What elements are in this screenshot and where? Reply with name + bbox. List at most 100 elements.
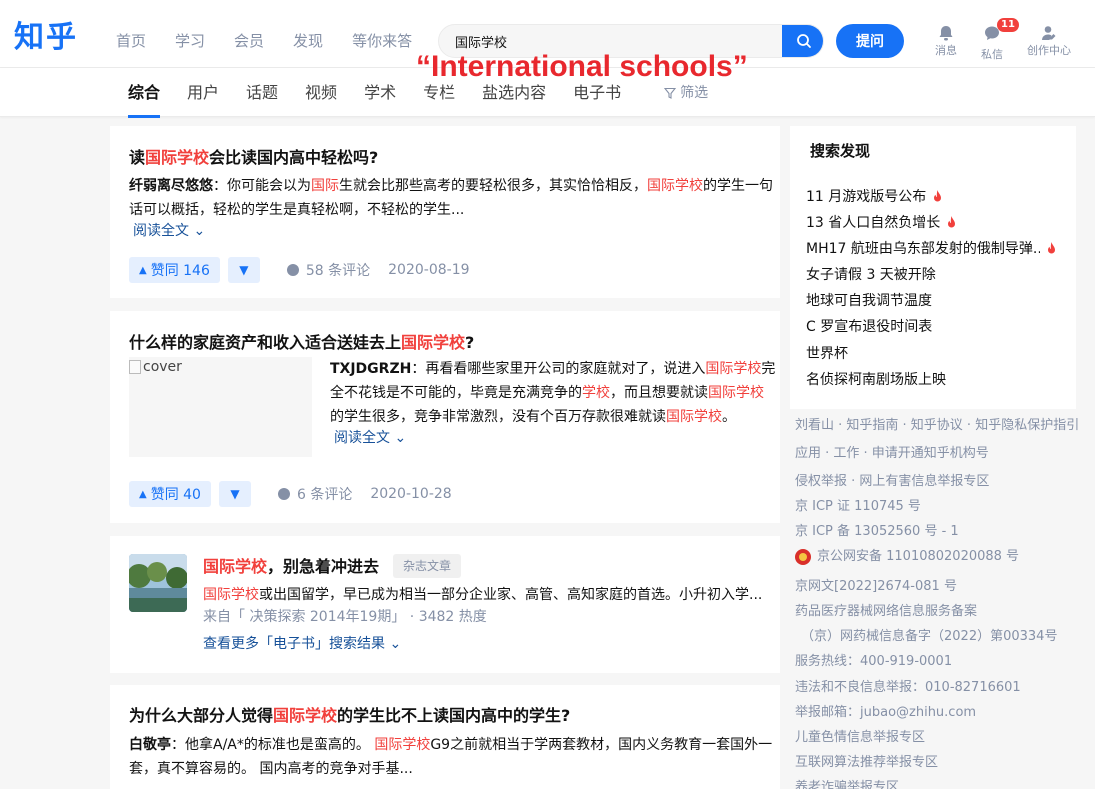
excerpt-highlight: 国际学校	[705, 361, 762, 377]
comment-count: 58 条评论	[305, 263, 371, 279]
footer-link[interactable]: 养老诈骗举报专区	[795, 778, 899, 789]
footer-link[interactable]: 儿童色情信息举报专区	[795, 728, 925, 748]
footer-link[interactable]: 互联网算法推荐举报专区	[795, 753, 938, 773]
read-more-link[interactable]: 阅读全文 ⌄	[133, 220, 205, 242]
hot-search-item[interactable]: 女子请假 3 天被开除	[806, 265, 936, 285]
excerpt-text: ：他拿A/A*的标准也是蛮高的。	[171, 737, 375, 753]
excerpt-text: 或出国留学，早已成为相当一部分企业家、高管、高知家庭的首选。小升初入学...	[259, 587, 763, 603]
chevron-down-icon: ⌄	[394, 430, 407, 446]
unread-badge: 11	[997, 18, 1019, 32]
excerpt-highlight: 国际学校	[374, 737, 431, 753]
result-excerpt[interactable]: 纤弱离尽悠悠：你可能会以为国际生就会比那些高考的要轻松很多，其实恰恰相反，国际学…	[129, 174, 773, 198]
author-name: 纤弱离尽悠悠	[129, 178, 213, 194]
footer-link[interactable]: 京公网安备 11010802020088 号	[795, 547, 1019, 567]
title-text: 为什么大部分人觉得	[129, 706, 274, 725]
ebook-result-card: 国际学校，别急着冲进去 杂志文章 国际学校或出国留学，早已成为相当一部分企业家、高…	[110, 536, 780, 673]
title-text: 读	[129, 148, 146, 167]
comment-icon	[286, 264, 299, 276]
hot-search-text: 13 省人口自然负增长	[806, 215, 941, 231]
footer-link[interactable]: 侵权举报 · 网上有害信息举报专区	[795, 472, 989, 492]
result-excerpt-line[interactable]: 话可以概括，轻松的学生是真轻松啊，不轻松的学生...	[129, 198, 464, 222]
comments-button[interactable]: 58 条评论	[286, 260, 370, 280]
footer-link[interactable]: 京 ICP 证 110745 号	[795, 497, 921, 517]
footer-link[interactable]: 刘看山 · 知乎指南 · 知乎协议 · 知乎隐私保护指引	[795, 416, 1079, 436]
tab-academic[interactable]: 学术	[364, 82, 396, 104]
more-ebook-results-link[interactable]: 查看更多「电子书」搜索结果 ⌄	[203, 633, 401, 655]
creator-icon	[1042, 26, 1056, 40]
creator-center-button[interactable]: 创作中心	[1027, 24, 1071, 58]
downvote-button[interactable]: ▼	[218, 481, 251, 507]
hot-search-item[interactable]: MH17 航班由乌东部发射的俄制导弹...	[806, 239, 1057, 259]
footer-link-text: 京公网安备 11010802020088 号	[817, 549, 1020, 564]
tab-general[interactable]: 综合	[128, 82, 161, 118]
upvote-button[interactable]: ▲ 赞同 146	[129, 257, 220, 283]
nav-waiting[interactable]: 等你来答	[352, 30, 412, 52]
excerpt-highlight: 国际学校	[708, 385, 764, 401]
cover-image[interactable]: cover	[129, 357, 312, 457]
broken-image-alt: cover	[129, 359, 182, 375]
hot-search-item[interactable]: C 罗宣布退役时间表	[806, 317, 932, 337]
search-button[interactable]	[782, 25, 823, 57]
footer-link[interactable]: 违法和不良信息举报：010-82716601	[795, 678, 1021, 698]
nav-vip[interactable]: 会员	[234, 30, 264, 52]
excerpt-text: 的学生一句	[703, 178, 773, 194]
tab-users[interactable]: 用户	[187, 82, 219, 104]
nav-learn[interactable]: 学习	[175, 30, 205, 52]
nav-discover[interactable]: 发现	[293, 30, 323, 52]
hot-search-text: 11 月游戏版号公布	[806, 189, 927, 205]
panel-title: 搜索发现	[810, 142, 871, 160]
read-more-link[interactable]: 阅读全文 ⌄	[334, 427, 406, 449]
footer-link[interactable]: 京网文[2022]2674-081 号	[795, 577, 957, 597]
private-message-label: 私信	[981, 48, 1003, 61]
result-title[interactable]: 什么样的家庭资产和收入适合送娃去上国际学校?	[129, 331, 474, 355]
footer-link[interactable]: 应用 · 工作 · 申请开通知乎机构号	[795, 444, 989, 464]
downvote-button[interactable]: ▼	[227, 257, 260, 283]
footer-link[interactable]: 举报邮箱：jubao@zhihu.com	[795, 703, 976, 723]
excerpt-text: 的学生很多，竞争非常激烈，没有个百万存款很难就读	[330, 409, 666, 425]
private-message-button[interactable]: 11 私信	[981, 18, 1019, 62]
hot-search-item[interactable]: 世界杯	[806, 344, 848, 364]
result-excerpt-line[interactable]: 全不花钱是不可能的，毕竟是充满竞争的学校，而且想要就读国际学校	[330, 381, 764, 405]
comments-button[interactable]: 6 条评论	[277, 484, 352, 504]
fire-icon	[1048, 242, 1055, 254]
footer-link[interactable]: （京）网药械信息备字（2022）第00334号	[801, 627, 1057, 647]
chevron-down-icon: ⌄	[193, 223, 206, 239]
result-excerpt[interactable]: TXJDGRZH：再看看哪些家里开公司的家庭就对了，说进入国际学校完	[330, 357, 775, 381]
author-name: TXJDGRZH	[330, 361, 412, 377]
result-excerpt-line[interactable]: 套，真不算容易的。 国内高考的竞争对手基...	[129, 757, 413, 781]
hot-search-item[interactable]: 地球可自我调节温度	[806, 291, 932, 311]
messages-button[interactable]: 消息	[935, 24, 957, 58]
ask-button[interactable]: 提问	[836, 24, 904, 58]
nav-home[interactable]: 首页	[116, 30, 146, 52]
footer-link[interactable]: 服务热线：400-919-0001	[795, 652, 952, 672]
comment-count: 6 条评论	[296, 487, 353, 503]
hot-search-item[interactable]: 名侦探柯南剧场版上映	[806, 370, 946, 390]
excerpt-highlight: 国际学校	[666, 409, 722, 425]
result-excerpt[interactable]: 国际学校或出国留学，早已成为相当一部分企业家、高管、高知家庭的首选。小升初入学.…	[203, 583, 762, 607]
tab-topics[interactable]: 话题	[246, 82, 278, 104]
excerpt-text: ：你可能会以为	[213, 178, 311, 194]
search-result-card: 读国际学校会比读国内高中轻松吗? 纤弱离尽悠悠：你可能会以为国际生就会比那些高考…	[110, 126, 780, 298]
upvote-button[interactable]: ▲ 赞同 40	[129, 481, 211, 507]
result-excerpt[interactable]: 白敬亭：他拿A/A*的标准也是蛮高的。 国际学校G9之前就相当于学两套教材，国内…	[129, 733, 772, 757]
translation-caption: “International schools”	[416, 50, 748, 83]
excerpt-highlight: 国际学校	[203, 587, 259, 603]
landscape-thumbnail-icon	[129, 554, 187, 612]
result-excerpt-line[interactable]: 的学生很多，竞争非常激烈，没有个百万存款很难就读国际学校。	[330, 405, 736, 429]
upvote-count: 赞同 146	[150, 263, 210, 279]
tab-videos[interactable]: 视频	[305, 82, 337, 104]
magazine-thumbnail[interactable]	[129, 554, 187, 612]
excerpt-text: 生就会比那些高考的要轻松很多，其实恰恰相反，	[339, 178, 647, 194]
hot-search-item[interactable]: 13 省人口自然负增长	[806, 213, 957, 233]
comment-icon	[277, 488, 290, 500]
hot-search-item[interactable]: 11 月游戏版号公布	[806, 187, 943, 207]
footer-link[interactable]: 药品医疗器械网络信息服务备案	[795, 602, 977, 622]
broken-image-icon	[129, 360, 141, 374]
excerpt-text: ：再看看哪些家里开公司的家庭就对了，说进入	[411, 361, 706, 377]
result-title[interactable]: 为什么大部分人觉得国际学校的学生比不上读国内高中的学生?	[129, 704, 570, 728]
zhihu-logo[interactable]: 知乎	[14, 18, 78, 58]
result-title[interactable]: 读国际学校会比读国内高中轻松吗?	[129, 146, 378, 170]
cover-alt-text: cover	[143, 359, 182, 375]
footer-link[interactable]: 京 ICP 备 13052560 号 - 1	[795, 522, 959, 542]
result-title[interactable]: 国际学校，别急着冲进去 杂志文章	[203, 554, 462, 579]
